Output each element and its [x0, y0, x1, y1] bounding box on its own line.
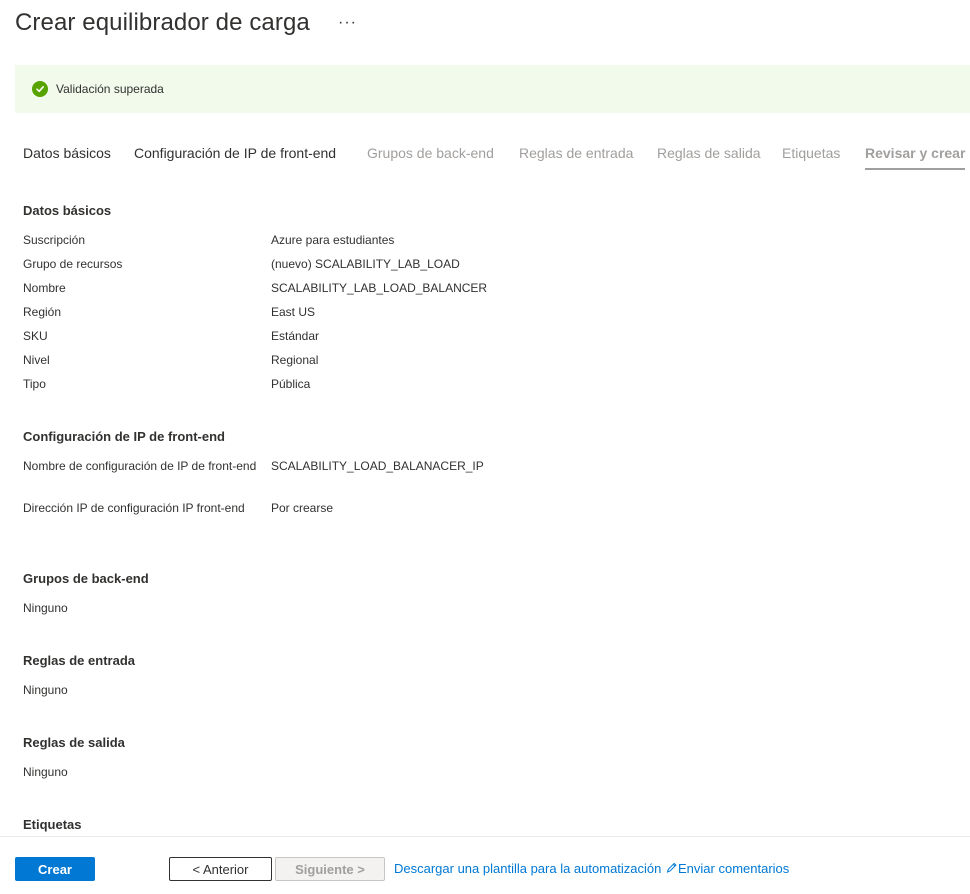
- create-button[interactable]: Crear: [15, 857, 95, 881]
- tab-datos-basicos[interactable]: Datos básicos: [23, 145, 111, 170]
- basics-label: SKU: [23, 329, 48, 343]
- tab-reglas-entrada[interactable]: Reglas de entrada: [519, 145, 633, 170]
- outbound-value: Ninguno: [23, 765, 68, 779]
- frontend-label: Nombre de configuración de IP de front-e…: [23, 459, 257, 473]
- basics-label: Nivel: [23, 353, 50, 367]
- frontend-value: Por crearse: [271, 501, 334, 515]
- footer-divider: [0, 836, 970, 837]
- section-title-frontend: Configuración de IP de front-end: [23, 429, 225, 444]
- tab-grupos-backend[interactable]: Grupos de back-end: [367, 145, 494, 170]
- previous-button[interactable]: < Anterior: [169, 857, 272, 881]
- basics-value: SCALABILITY_LAB_LOAD_BALANCER: [271, 281, 488, 295]
- basics-value: Regional: [271, 353, 319, 367]
- tab-configuracion-ip-frontend[interactable]: Configuración de IP de front-end: [134, 145, 336, 170]
- basics-label: Tipo: [23, 377, 46, 391]
- tab-reglas-salida[interactable]: Reglas de salida: [657, 145, 761, 170]
- basics-label: Suscripción: [23, 233, 86, 247]
- feedback-link[interactable]: Enviar comentarios: [666, 861, 789, 876]
- frontend-label: Dirección IP de configuración IP front-e…: [23, 501, 245, 515]
- inbound-value: Ninguno: [23, 683, 68, 697]
- basics-value: Estándar: [271, 329, 320, 343]
- basics-value: (nuevo) SCALABILITY_LAB_LOAD: [271, 257, 460, 271]
- feedback-label: Enviar comentarios: [678, 861, 790, 876]
- section-title-inbound: Reglas de entrada: [23, 653, 135, 668]
- checkmark-icon: [32, 81, 48, 97]
- section-title-basics: Datos básicos: [23, 203, 112, 218]
- backend-value: Ninguno: [23, 601, 68, 615]
- basics-label: Región: [23, 305, 62, 319]
- more-options-button[interactable]: ···: [338, 14, 357, 32]
- basics-value: East US: [271, 305, 316, 319]
- section-title-tags: Etiquetas: [23, 817, 82, 832]
- section-title-outbound: Reglas de salida: [23, 735, 125, 750]
- basics-value: Azure para estudiantes: [271, 233, 395, 247]
- page-title: Crear equilibrador de carga: [15, 9, 310, 36]
- tab-revisar-y-crear[interactable]: Revisar y crear: [865, 145, 966, 170]
- validation-banner: Validación superada: [15, 65, 970, 113]
- tab-etiquetas[interactable]: Etiquetas: [782, 145, 840, 170]
- download-template-link[interactable]: Descargar una plantilla para la automati…: [394, 861, 661, 876]
- section-title-backend: Grupos de back-end: [23, 571, 149, 586]
- next-button: Siguiente >: [275, 857, 385, 881]
- basics-label: Nombre: [23, 281, 66, 295]
- validation-text: Validación superada: [56, 82, 164, 96]
- basics-label: Grupo de recursos: [23, 257, 123, 271]
- frontend-value: SCALABILITY_LOAD_BALANACER_IP: [271, 459, 484, 473]
- feedback-icon: [666, 861, 678, 876]
- basics-value: Pública: [271, 377, 311, 391]
